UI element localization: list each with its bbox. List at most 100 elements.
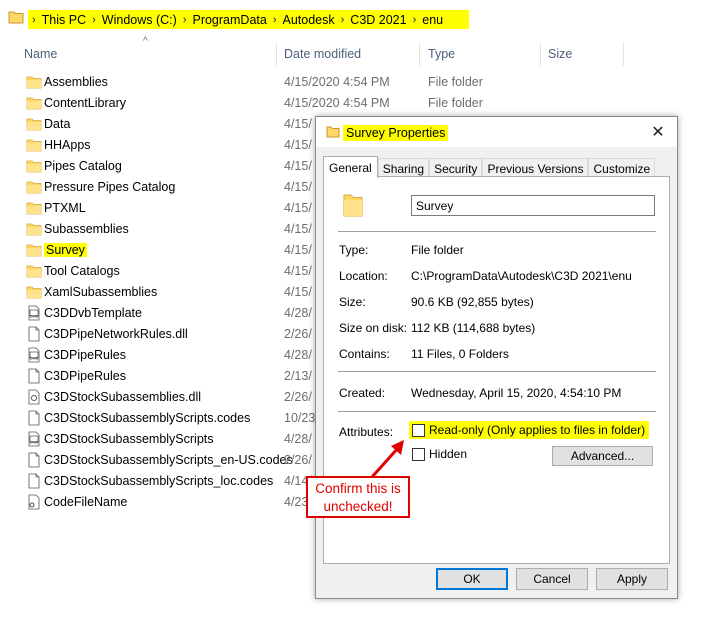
breadcrumb-item[interactable]: C3D 2021 <box>350 13 406 27</box>
file-date: 4/28/ <box>284 432 312 446</box>
readonly-checkbox[interactable] <box>412 423 425 437</box>
file-type: File folder <box>428 75 483 89</box>
chevron-right-icon[interactable]: › <box>92 14 96 26</box>
column-divider[interactable] <box>540 42 541 66</box>
chevron-right-icon[interactable]: › <box>413 14 417 26</box>
folder-icon <box>343 194 363 217</box>
folder-icon <box>26 263 42 279</box>
file-name[interactable]: C3DStockSubassemblyScripts.codes <box>44 411 250 425</box>
file-name[interactable]: HHApps <box>44 138 91 152</box>
chevron-right-icon[interactable]: › <box>183 14 187 26</box>
folder-name-input[interactable]: Survey <box>411 195 655 216</box>
sort-ascending-icon: ^ <box>143 36 148 47</box>
tab-security[interactable]: Security <box>429 158 483 178</box>
file-name[interactable]: ContentLibrary <box>44 96 126 110</box>
file-name[interactable]: Pressure Pipes Catalog <box>44 180 175 194</box>
file-date: 4/15/ <box>284 180 312 194</box>
tab-customize[interactable]: Customize <box>588 158 656 178</box>
tab-general[interactable]: General <box>323 156 378 178</box>
file-name[interactable]: Tool Catalogs <box>44 264 120 278</box>
file-name[interactable]: C3DPipeRules <box>44 369 126 383</box>
divider <box>338 371 656 372</box>
hidden-checkbox[interactable] <box>412 447 425 461</box>
file-name[interactable]: CodeFileName <box>44 495 127 509</box>
dialog-titlebar[interactable]: Survey Properties ✕ <box>316 117 677 147</box>
file-date: 4/15/ <box>284 138 312 152</box>
hidden-checkbox-row[interactable]: Hidden <box>412 447 467 461</box>
callout-line-1: Confirm this is <box>315 481 401 496</box>
column-header-date[interactable]: Date modified <box>284 42 361 66</box>
column-header-size[interactable]: Size <box>548 42 572 66</box>
file-name[interactable]: Data <box>44 117 70 131</box>
divider <box>338 411 656 412</box>
file-name[interactable]: C3DPipeNetworkRules.dll <box>44 327 188 341</box>
readonly-checkbox-row[interactable]: Read-only (Only applies to files in fold… <box>409 421 650 439</box>
size-label: Size: <box>339 295 366 309</box>
readonly-highlight[interactable]: Read-only (Only applies to files in fold… <box>409 421 650 439</box>
hidden-label[interactable]: Hidden <box>429 447 467 461</box>
apply-button[interactable]: Apply <box>596 568 668 590</box>
folder-icon <box>26 242 42 258</box>
column-divider[interactable] <box>623 42 624 66</box>
file-date: 4/15/2020 4:54 PM <box>284 96 390 110</box>
tab-sharing[interactable]: Sharing <box>377 158 430 178</box>
breadcrumb-item[interactable]: Autodesk <box>283 13 335 27</box>
file-date: 4/15/ <box>284 243 312 257</box>
breadcrumb-item[interactable]: Windows (C:) <box>102 13 177 27</box>
breadcrumb-item[interactable]: ProgramData <box>192 13 266 27</box>
column-divider[interactable] <box>419 42 420 66</box>
file-name[interactable]: C3DStockSubassemblyScripts_en-US.codes <box>44 453 293 467</box>
breadcrumb[interactable]: › This PC › Windows (C:) › ProgramData › Autode… <box>28 10 469 29</box>
file-name[interactable]: Survey <box>44 243 87 257</box>
file-name[interactable]: C3DStockSubassemblies.dll <box>44 390 201 404</box>
folder-icon <box>326 126 340 138</box>
ok-button[interactable]: OK <box>436 568 508 590</box>
file-name[interactable]: C3DDvbTemplate <box>44 306 142 320</box>
size-on-disk-value: 112 KB (114,688 bytes) <box>411 321 536 335</box>
column-header-name[interactable]: Name <box>24 42 57 66</box>
dll-file-icon <box>26 389 42 405</box>
file-name[interactable]: C3DStockSubassemblyScripts <box>44 432 214 446</box>
file-row[interactable]: ContentLibrary 4/15/2020 4:54 PM File fold… <box>0 93 707 114</box>
file-date: 2/26/ <box>284 390 312 404</box>
file-date: 4/15/ <box>284 159 312 173</box>
file-name[interactable]: Subassemblies <box>44 222 129 236</box>
folder-icon <box>26 74 42 90</box>
file-date: 10/23/ <box>284 411 319 425</box>
dvb-file-icon: DVB <box>26 305 42 321</box>
breadcrumb-item[interactable]: enu <box>422 13 443 27</box>
cancel-button[interactable]: Cancel <box>516 568 588 590</box>
chevron-right-icon[interactable]: › <box>341 14 345 26</box>
column-divider[interactable] <box>276 42 277 66</box>
created-label: Created: <box>339 386 386 400</box>
file-date: 4/15/ <box>284 285 312 299</box>
svg-text:DVB: DVB <box>30 356 39 361</box>
readonly-label[interactable]: Read-only (Only applies to files in fold… <box>429 423 645 437</box>
file-name[interactable]: Assemblies <box>44 75 108 89</box>
file-name[interactable]: C3DPipeRules <box>44 348 126 362</box>
chevron-right-icon[interactable]: › <box>32 14 36 26</box>
advanced-button[interactable]: Advanced... <box>552 446 653 466</box>
svg-text:DVB: DVB <box>30 440 39 445</box>
close-icon[interactable]: ✕ <box>648 122 668 142</box>
file-name[interactable]: Pipes Catalog <box>44 159 122 173</box>
dvb-file-icon: DVB <box>26 347 42 363</box>
breadcrumb-item[interactable]: This PC <box>42 13 86 27</box>
contains-value: 11 Files, 0 Folders <box>411 347 509 361</box>
file-date: 2/26/ <box>284 453 312 467</box>
svg-text:DVB: DVB <box>30 314 39 319</box>
file-name[interactable]: C3DStockSubassemblyScripts_loc.codes <box>44 474 273 488</box>
properties-dialog: Survey Properties ✕ General Sharing Secu… <box>315 116 678 599</box>
tab-previous-versions[interactable]: Previous Versions <box>482 158 589 178</box>
file-date: 4/15/2020 4:54 PM <box>284 75 390 89</box>
file-name[interactable]: XamlSubassemblies <box>44 285 157 299</box>
file-date: 4/15/ <box>284 222 312 236</box>
column-header-type[interactable]: Type <box>428 42 455 66</box>
file-date: 2/13/ <box>284 369 312 383</box>
file-row[interactable]: Assemblies 4/15/2020 4:54 PM File folder <box>0 72 707 93</box>
chevron-right-icon[interactable]: › <box>273 14 277 26</box>
file-name[interactable]: PTXML <box>44 201 86 215</box>
address-bar[interactable]: › This PC › Windows (C:) › ProgramData › Autode… <box>0 0 707 36</box>
file-type: File folder <box>428 96 483 110</box>
